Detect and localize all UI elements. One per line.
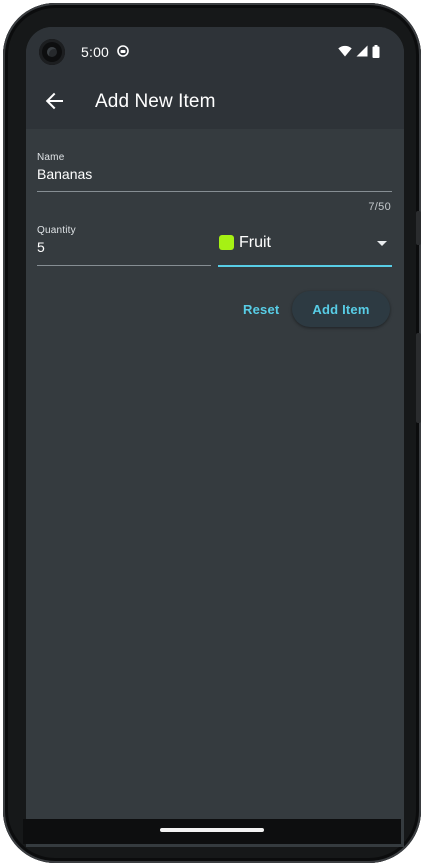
name-field-label: Name — [37, 152, 65, 163]
category-dropdown[interactable]: Fruit — [218, 227, 392, 267]
navigation-bar — [23, 819, 401, 844]
screen: 5:00 Add New Item Name Bananas 7/50 Quan… — [26, 27, 404, 847]
dropdown-arrow-icon — [377, 241, 387, 246]
app-bar: Add New Item — [26, 75, 404, 129]
device-frame: 5:00 Add New Item Name Bananas 7/50 Quan… — [3, 3, 421, 863]
battery-icon — [372, 44, 380, 58]
category-selected-value: Fruit — [239, 234, 271, 251]
add-item-button[interactable]: Add Item — [292, 291, 390, 327]
name-input[interactable]: Bananas — [37, 166, 92, 182]
quantity-field-label: Quantity — [37, 225, 76, 236]
category-color-swatch — [219, 235, 234, 250]
volume-button — [416, 211, 421, 245]
signal-icon — [356, 45, 368, 57]
arrow-back-icon — [45, 92, 63, 110]
camera-icon — [39, 39, 65, 65]
name-char-counter: 7/50 — [368, 201, 391, 213]
quantity-field-underline — [37, 265, 211, 266]
add-item-form: Name Bananas 7/50 Quantity 5 Fruit Reset… — [26, 129, 404, 847]
home-indicator[interactable] — [160, 828, 264, 832]
status-bar: 5:00 — [26, 27, 404, 75]
status-time: 5:00 — [81, 44, 110, 60]
power-button — [416, 333, 421, 423]
category-dropdown-underline — [218, 265, 392, 267]
name-field-underline — [37, 191, 392, 192]
status-icons — [338, 44, 380, 58]
page-title: Add New Item — [95, 91, 216, 112]
reset-button[interactable]: Reset — [233, 293, 289, 325]
back-button[interactable] — [36, 83, 72, 119]
wifi-icon — [338, 45, 352, 57]
quantity-input[interactable]: 5 — [37, 239, 45, 255]
notification-icon — [117, 45, 129, 57]
